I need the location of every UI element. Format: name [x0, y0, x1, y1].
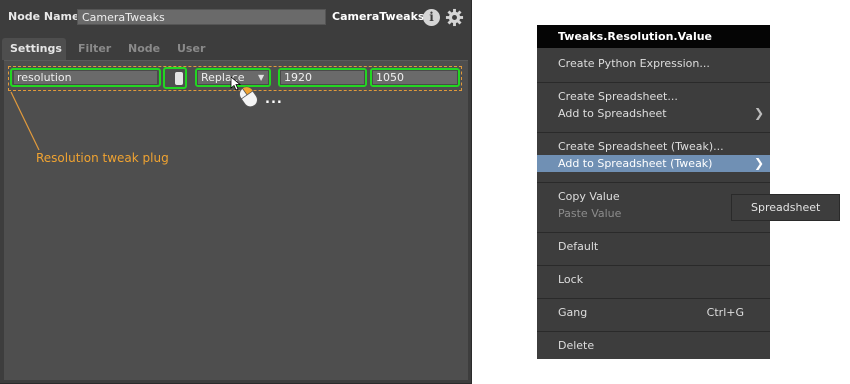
menu-separator [537, 82, 770, 83]
menu-item-label: Lock [558, 273, 584, 286]
menu-item-add-to-spreadsheet-tweak[interactable]: Add to Spreadsheet (Tweak) ❯ [537, 155, 770, 172]
menu-item-label: Default [558, 240, 599, 253]
menu-separator [537, 298, 770, 299]
menu-title: Tweaks.Resolution.Value [537, 25, 770, 48]
context-menu: Tweaks.Resolution.Value Create Python Ex… [537, 25, 770, 359]
menu-item-shortcut: Ctrl+G [706, 306, 744, 319]
menu-separator [537, 232, 770, 233]
menu-item-label: Delete [558, 339, 595, 352]
menu-separator [537, 132, 770, 133]
menu-item-create-spreadsheet-tweak[interactable]: Create Spreadsheet (Tweak)... [537, 138, 770, 155]
menu-separator [537, 182, 770, 183]
submenu-chevron-icon: ❯ [753, 106, 764, 120]
menu-item-create-spreadsheet[interactable]: Create Spreadsheet... [537, 88, 770, 105]
menu-item-label: Create Spreadsheet (Tweak)... [558, 140, 724, 153]
menu-separator [537, 331, 770, 332]
menu-separator [537, 265, 770, 266]
menu-item-lock[interactable]: Lock [537, 271, 770, 288]
spreadsheet-submenu: Spreadsheet [731, 194, 840, 221]
menu-item-label: Copy Value [558, 190, 620, 203]
submenu-item-spreadsheet[interactable]: Spreadsheet [751, 201, 820, 214]
plug-annotation: Resolution tweak plug [36, 151, 169, 165]
node-editor-panel: Node Name CameraTweaks CameraTweaks i Se… [0, 0, 472, 384]
menu-item-label: Add to Spreadsheet [558, 107, 667, 120]
menu-item-gang[interactable]: Gang Ctrl+G [537, 304, 770, 321]
menu-item-label: Paste Value [558, 207, 622, 220]
menu-item-label: Create Python Expression... [558, 57, 710, 70]
menu-item-add-to-spreadsheet[interactable]: Add to Spreadsheet ❯ [537, 105, 770, 122]
submenu-chevron-icon: ❯ [753, 156, 764, 170]
menu-item-create-python-expression[interactable]: Create Python Expression... [537, 55, 770, 72]
menu-item-label: Add to Spreadsheet (Tweak) [558, 157, 713, 170]
annotation-leader-line [10, 91, 40, 151]
menu-item-label: Create Spreadsheet... [558, 90, 678, 103]
menu-item-default[interactable]: Default [537, 238, 770, 255]
menu-item-delete[interactable]: Delete [537, 337, 770, 354]
menu-item-label: Gang [558, 306, 588, 319]
